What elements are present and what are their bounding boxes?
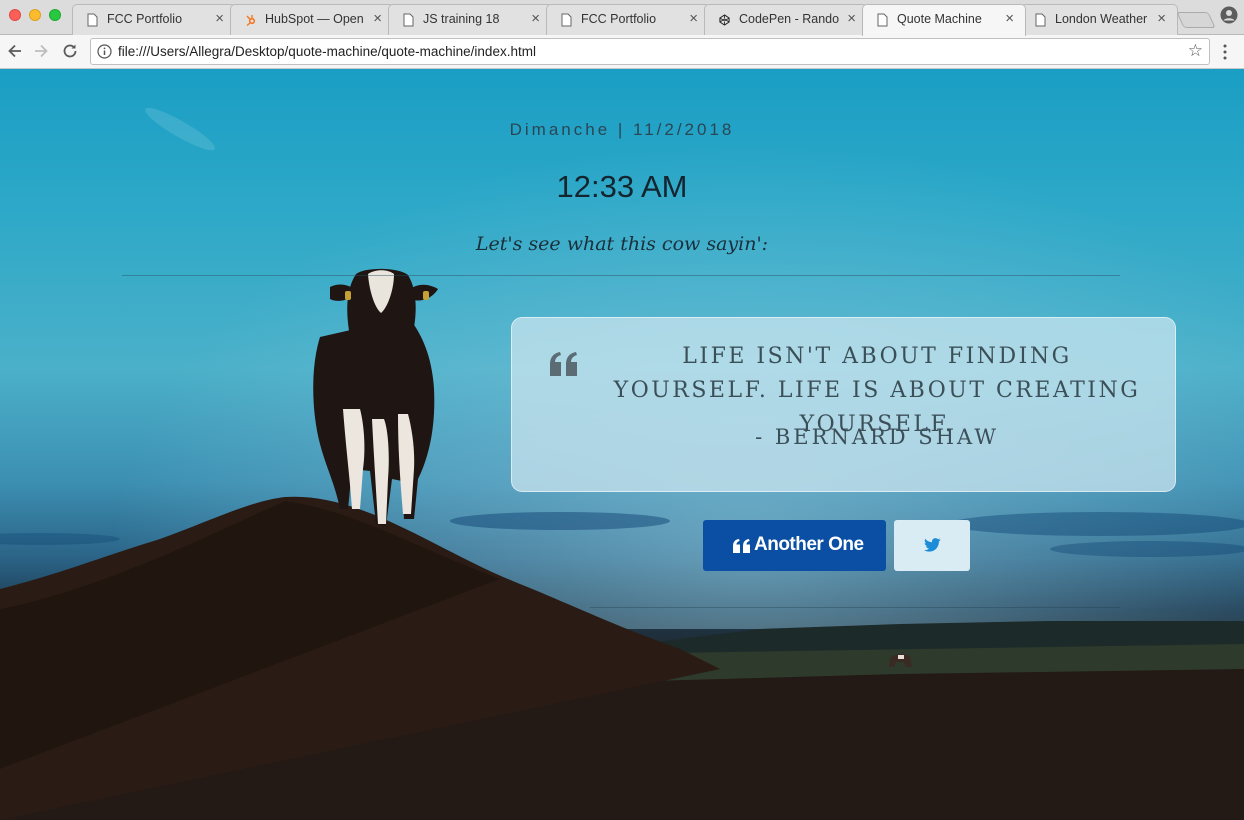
tweet-button[interactable]	[894, 520, 970, 571]
address-bar[interactable]: file:///Users/Allegra/Desktop/quote-mach…	[90, 38, 1210, 65]
forward-icon[interactable]	[31, 41, 51, 61]
page-icon	[561, 13, 572, 27]
date-display: Dimanche | 11/2/2018	[509, 120, 735, 139]
page-icon	[87, 13, 98, 27]
bookmark-star-icon[interactable]: ☆	[1188, 41, 1203, 61]
cow-tagline: Let's see what this cow sayin':	[475, 233, 769, 255]
tab-title: Quote Machine	[897, 12, 982, 26]
another-one-button[interactable]: Another One	[703, 520, 886, 571]
tab-title: London Weather	[1055, 12, 1148, 26]
maximize-window-button[interactable]	[49, 9, 61, 21]
lower-divider	[590, 607, 1120, 608]
tab-fcc-portfolio-1[interactable]: FCC Portfolio ×	[72, 4, 236, 35]
quote-card: Life isn't about finding yourself. Life …	[511, 317, 1176, 492]
tab-title: CodePen - Rando	[739, 12, 840, 26]
tab-london-weather[interactable]: London Weather ×	[1020, 4, 1178, 35]
page-icon	[1035, 13, 1046, 27]
menu-icon[interactable]	[1222, 42, 1228, 62]
tab-title: HubSpot — Open	[265, 12, 364, 26]
page-icon	[403, 13, 414, 27]
close-tab-icon[interactable]: ×	[215, 10, 224, 27]
new-tab-button[interactable]	[1176, 12, 1216, 28]
close-tab-icon[interactable]: ×	[847, 10, 856, 27]
cow-illustration	[313, 268, 438, 526]
minimize-window-button[interactable]	[29, 9, 41, 21]
quote-left-icon	[733, 539, 750, 553]
twitter-icon	[924, 538, 941, 552]
tab-fcc-portfolio-2[interactable]: FCC Portfolio ×	[546, 4, 710, 35]
browser-tab-bar: FCC Portfolio × HubSpot — Open × JS trai…	[0, 0, 1244, 36]
tab-title: JS training 18	[423, 12, 500, 26]
reload-icon[interactable]	[60, 41, 80, 61]
back-icon[interactable]	[5, 41, 25, 61]
page-icon	[877, 13, 888, 27]
close-tab-icon[interactable]: ×	[689, 10, 698, 27]
quote-author: - Bernard Shaw	[755, 425, 999, 449]
header-divider	[122, 275, 1120, 276]
tab-title: FCC Portfolio	[581, 12, 657, 26]
browser-toolbar: file:///Users/Allegra/Desktop/quote-mach…	[0, 35, 1244, 69]
close-tab-icon[interactable]: ×	[531, 10, 540, 27]
tab-codepen[interactable]: CodePen - Rando ×	[704, 4, 868, 35]
tab-hubspot[interactable]: HubSpot — Open ×	[230, 4, 394, 35]
clock-display: 12:33 AM	[556, 169, 688, 204]
quote-left-icon	[550, 352, 577, 376]
close-tab-icon[interactable]: ×	[1005, 10, 1014, 27]
page-viewport: Dimanche | 11/2/2018 12:33 AM Let's see …	[0, 69, 1244, 820]
tab-quote-machine[interactable]: Quote Machine ×	[862, 4, 1026, 36]
another-one-label: Another One	[754, 534, 864, 555]
tab-title: FCC Portfolio	[107, 12, 183, 26]
close-tab-icon[interactable]: ×	[373, 10, 382, 27]
close-tab-icon[interactable]: ×	[1157, 10, 1166, 27]
profile-icon[interactable]	[1220, 6, 1238, 24]
url-text[interactable]: file:///Users/Allegra/Desktop/quote-mach…	[118, 44, 536, 59]
codepen-icon	[719, 14, 730, 26]
hubspot-icon	[246, 15, 256, 27]
tab-js-training[interactable]: JS training 18 ×	[388, 4, 552, 35]
close-window-button[interactable]	[9, 9, 21, 21]
info-icon[interactable]	[97, 44, 112, 59]
